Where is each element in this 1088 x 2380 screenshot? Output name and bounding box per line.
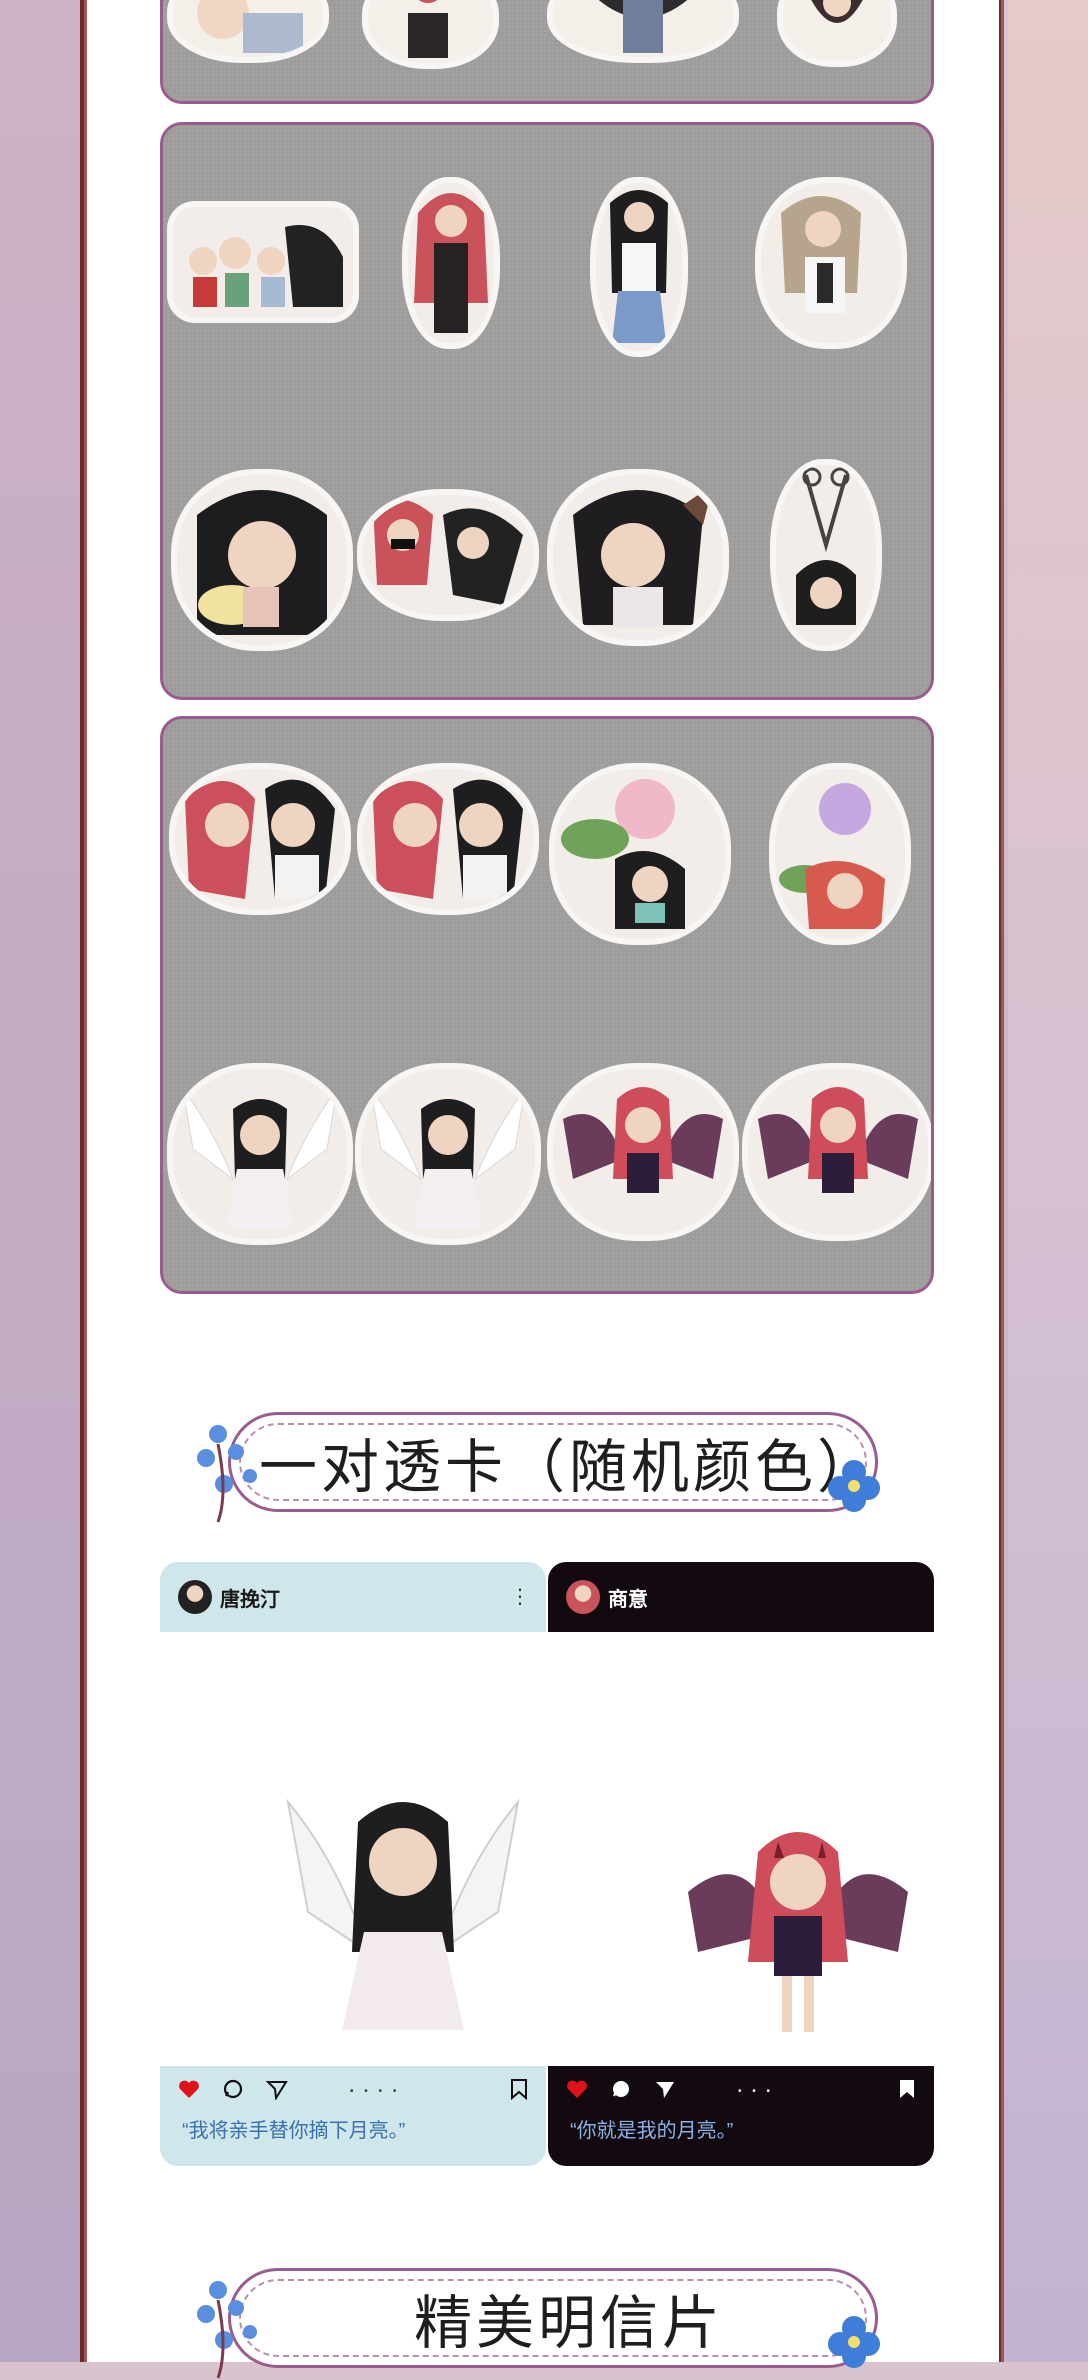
avatar [566, 1580, 600, 1614]
sticker-image [175, 769, 345, 909]
devil-character-icon [688, 1832, 908, 2032]
background-right [1008, 0, 1088, 2362]
frame-line-left [84, 0, 87, 2362]
card-username: 唐挽汀 [220, 1588, 280, 1611]
background-left [0, 0, 80, 2362]
transparent-card-devil: 商意 • • • “你就是我的月亮。” [548, 1562, 934, 2166]
sticker-image [553, 1069, 733, 1235]
banner-title: 一对透卡（随机颜色） [258, 1433, 879, 1501]
sticker-panel-2 [160, 122, 934, 700]
flower-decoration-icon [828, 1460, 880, 1512]
sticker-image [361, 1069, 535, 1239]
sticker-image [363, 495, 533, 615]
card-header: 唐挽汀 ⋮ [160, 1562, 546, 1632]
sticker-image [363, 769, 533, 909]
section-banner-postcards: 精美明信片 [197, 2262, 890, 2379]
sticker-image [783, 0, 891, 61]
card-username: 商意 [608, 1588, 648, 1611]
flower-decoration-icon [197, 1425, 257, 1523]
flower-decoration-icon [828, 2316, 880, 2368]
sticker-panel-1 [160, 0, 934, 104]
sticker-image [553, 475, 723, 640]
frame-line-right [1001, 0, 1004, 2362]
section-banner-cards: 一对透卡（随机颜色） [197, 1406, 890, 1523]
sticker-image [173, 0, 323, 57]
sticker-image [761, 183, 901, 343]
share-icon[interactable] [266, 2078, 288, 2100]
card-caption: “你就是我的月亮。” [570, 2120, 734, 2142]
sticker-image [173, 207, 353, 317]
share-icon[interactable] [654, 2078, 676, 2100]
more-options-icon[interactable]: ⋮ [510, 1584, 530, 1609]
sticker-image [555, 769, 725, 939]
card-caption: “我将亲手替你摘下月亮。” [182, 2120, 406, 2142]
sticker-image [748, 1069, 928, 1235]
card-image-area [160, 1632, 546, 2066]
transparent-card-angel: 唐挽汀 ⋮ • • • • “我将亲手替你摘下月亮。” [160, 1562, 546, 2166]
carousel-dots: • • • • [350, 2086, 401, 2097]
comment-icon[interactable] [610, 2078, 632, 2100]
card-footer: • • • “你就是我的月亮。” [548, 2066, 934, 2166]
avatar [178, 1580, 212, 1614]
comment-icon[interactable] [222, 2078, 244, 2100]
flower-decoration-icon [197, 2281, 257, 2379]
sticker-image [596, 183, 682, 351]
sticker-panel-3 [160, 716, 934, 1294]
sticker-image [775, 769, 905, 939]
card-header: 商意 [548, 1562, 934, 1632]
sticker-image [368, 0, 493, 63]
sticker-image [173, 1069, 347, 1239]
card-image-area [548, 1632, 934, 2066]
heart-icon[interactable] [178, 2079, 200, 2099]
sticker-image [177, 475, 347, 645]
card-footer: • • • • “我将亲手替你摘下月亮。” [160, 2066, 546, 2166]
bookmark-icon[interactable] [510, 2078, 528, 2100]
carousel-dots: • • • [738, 2086, 775, 2097]
sticker-image [553, 0, 733, 57]
heart-icon[interactable] [566, 2079, 588, 2099]
sticker-image [776, 465, 876, 645]
bookmark-icon[interactable] [898, 2078, 916, 2100]
angel-character-icon [286, 1798, 520, 2030]
banner-title: 精美明信片 [413, 2289, 724, 2357]
sticker-image [408, 183, 494, 343]
